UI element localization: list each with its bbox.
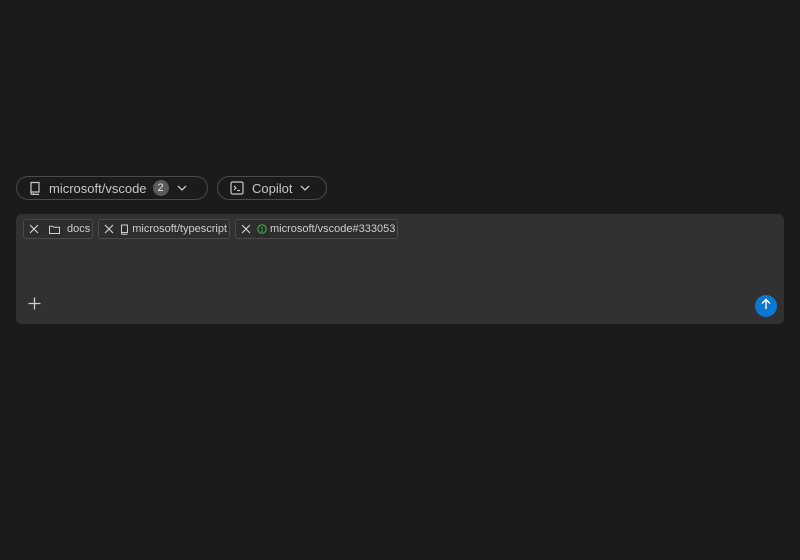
chat-composer[interactable]: docs microsoft/typescript microsoft/vsco… xyxy=(16,214,784,324)
attachment-list: docs microsoft/typescript microsoft/vsco… xyxy=(23,219,399,239)
remove-attachment-icon[interactable] xyxy=(241,224,251,234)
terminal-icon xyxy=(230,181,244,195)
remove-attachment-icon[interactable] xyxy=(104,224,114,234)
send-button[interactable] xyxy=(755,295,777,317)
folder-icon xyxy=(49,225,60,234)
attachment-label: microsoft/vscode#333053 xyxy=(270,223,396,235)
repo-icon xyxy=(29,181,41,195)
plus-icon xyxy=(28,297,41,315)
repo-selector-label: microsoft/vscode xyxy=(49,180,147,196)
repo-count-badge: 2 xyxy=(152,180,169,196)
attachment-chip-typescript[interactable]: microsoft/typescript xyxy=(98,219,230,239)
agent-selector-button[interactable]: Copilot xyxy=(217,176,327,200)
remove-attachment-icon[interactable] xyxy=(29,224,39,234)
attachment-label: docs xyxy=(67,223,91,235)
issue-icon xyxy=(257,224,267,234)
chevron-down-icon xyxy=(177,185,187,191)
repo-selector-button[interactable]: microsoft/vscode 2 xyxy=(16,176,208,200)
agent-selector-label: Copilot xyxy=(252,180,293,196)
attachment-chip-issue[interactable]: microsoft/vscode#333053 xyxy=(235,219,399,239)
add-context-button[interactable] xyxy=(26,297,42,315)
attachment-chip-docs[interactable]: docs xyxy=(23,219,94,239)
attachment-label: microsoft/typescript xyxy=(132,223,227,235)
context-pill-row: microsoft/vscode 2 Copilot xyxy=(16,176,327,200)
arrow-up-icon xyxy=(760,297,772,315)
repo-icon xyxy=(120,224,129,235)
chevron-down-icon xyxy=(300,185,310,191)
